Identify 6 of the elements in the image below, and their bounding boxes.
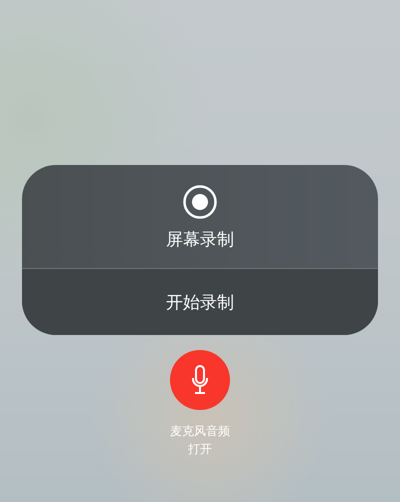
microphone-status: 打开 — [188, 441, 212, 458]
microphone-label: 麦克风音频 — [170, 423, 230, 440]
record-icon — [183, 185, 217, 219]
microphone-icon — [191, 365, 209, 395]
panel-title: 屏幕录制 — [166, 229, 234, 251]
start-recording-button[interactable]: 开始录制 — [22, 268, 378, 335]
